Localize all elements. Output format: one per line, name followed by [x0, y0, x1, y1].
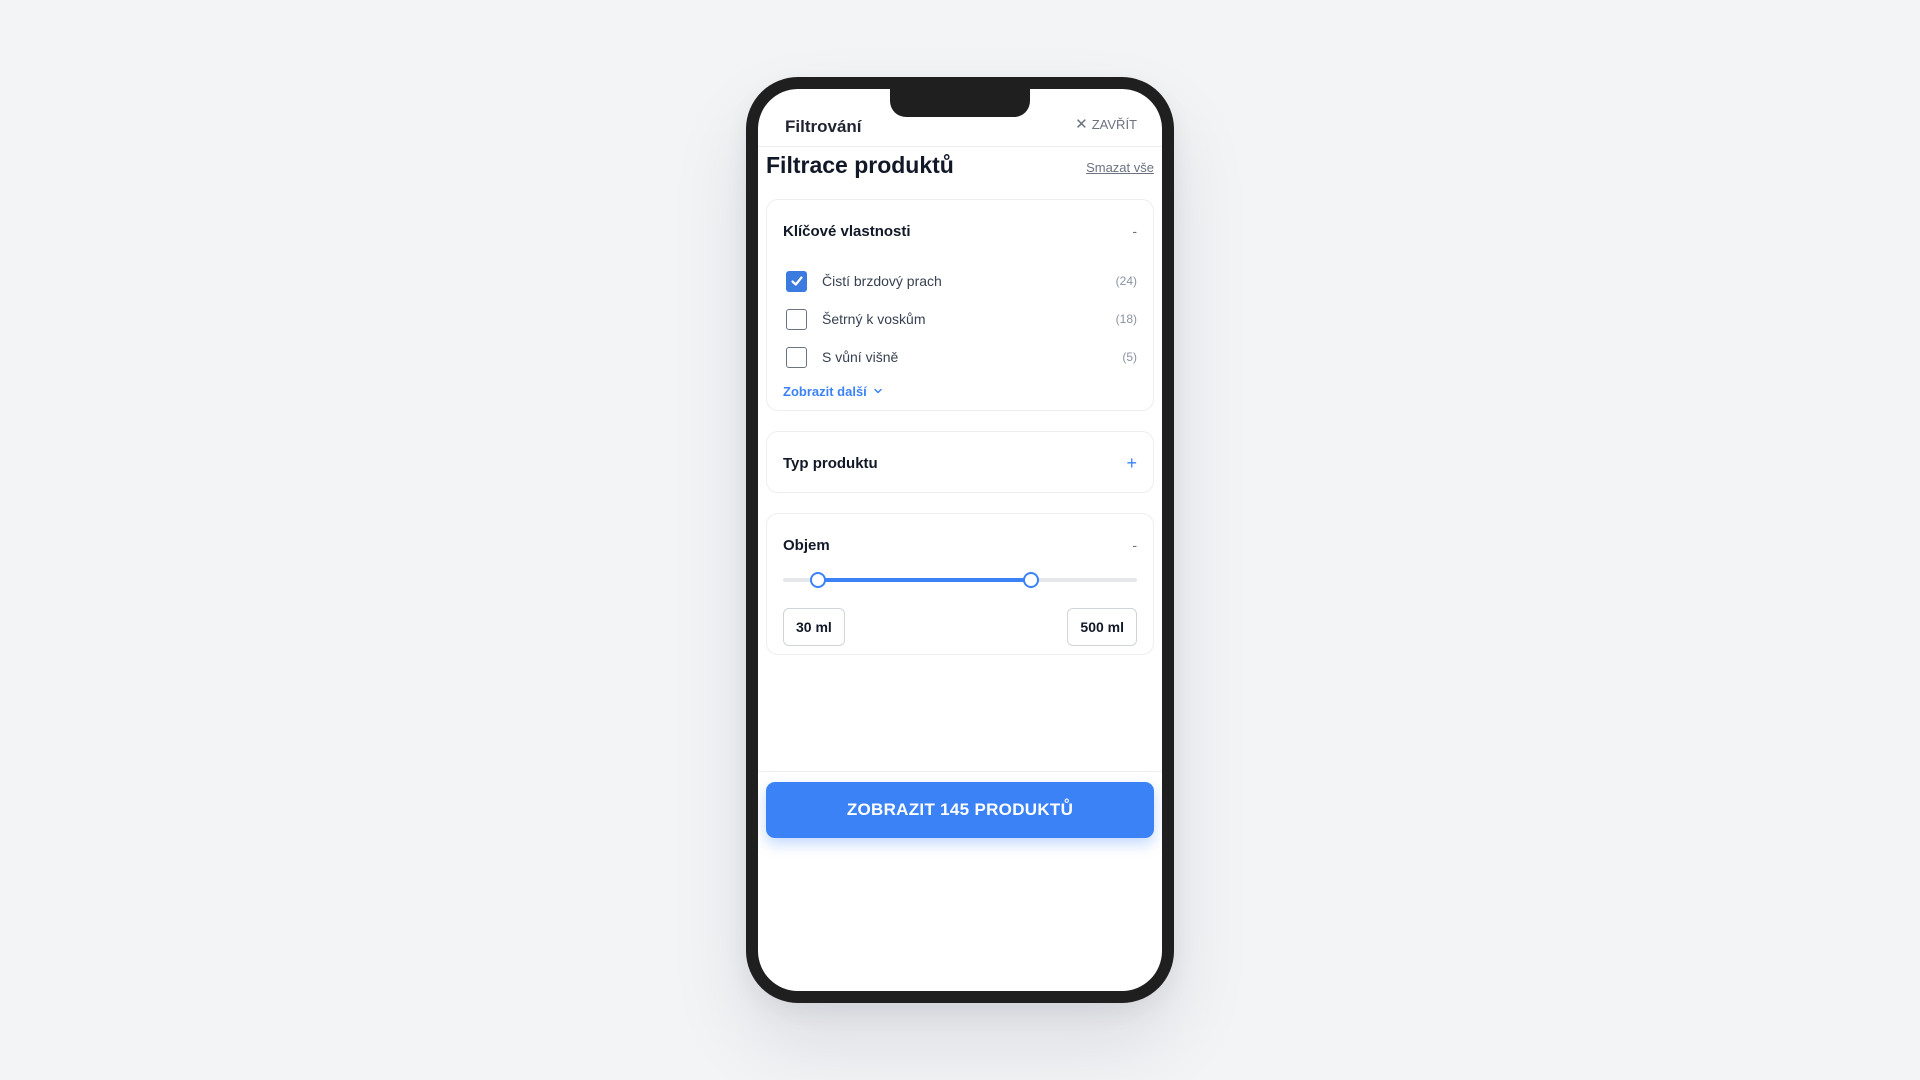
close-button[interactable]: ✕ ZAVŘÍT — [1075, 117, 1137, 132]
section-title: Typ produktu — [783, 454, 878, 472]
volume-range-slider[interactable] — [783, 572, 1137, 588]
chevron-down-icon — [874, 388, 882, 394]
clear-all-link[interactable]: Smazat vše — [1086, 160, 1154, 175]
expand-toggle[interactable]: + — [1121, 453, 1137, 474]
product-type-header[interactable]: Typ produktu + — [783, 432, 1137, 494]
collapse-toggle[interactable]: - — [1121, 537, 1137, 553]
option-count: (18) — [1115, 312, 1137, 326]
filter-option[interactable]: S vůní višně (5) — [783, 338, 1137, 376]
phone-screen: Filtrování ✕ ZAVŘÍT Filtrace produktů Sm… — [758, 89, 1162, 991]
volume-section: Objem - 30 ml 500 ml — [766, 513, 1154, 655]
volume-header[interactable]: Objem - — [783, 514, 1137, 576]
slider-thumb-max[interactable] — [1022, 572, 1039, 588]
option-label: Čistí brzdový prach — [822, 273, 942, 289]
show-more-link[interactable]: Zobrazit další — [783, 376, 1137, 406]
max-value-field[interactable]: 500 ml — [1067, 608, 1137, 646]
option-count: (5) — [1122, 350, 1137, 364]
min-value-field[interactable]: 30 ml — [783, 608, 845, 646]
option-label: Šetrný k voskům — [822, 311, 926, 327]
section-title: Klíčové vlastnosti — [783, 222, 911, 240]
footer-divider — [758, 771, 1162, 772]
slider-thumb-min[interactable] — [810, 572, 827, 588]
title-row: Filtrace produktů Smazat vše — [766, 147, 1154, 199]
checkbox[interactable] — [786, 270, 807, 292]
checkbox[interactable] — [786, 346, 807, 368]
show-more-label: Zobrazit další — [783, 383, 867, 399]
filter-option[interactable]: Čistí brzdový prach (24) — [783, 262, 1137, 300]
collapse-toggle[interactable]: - — [1121, 223, 1137, 239]
checkmark-icon — [790, 276, 803, 286]
key-properties-header[interactable]: Klíčové vlastnosti - — [783, 200, 1137, 262]
checkbox[interactable] — [786, 308, 807, 330]
close-icon: ✕ — [1075, 116, 1088, 133]
section-title: Objem — [783, 536, 830, 554]
range-values: 30 ml 500 ml — [783, 608, 1137, 646]
page-title: Filtrace produktů — [766, 152, 954, 178]
filter-content: Filtrace produktů Smazat vše Klíčové vla… — [766, 147, 1154, 675]
filter-option[interactable]: Šetrný k voskům (18) — [783, 300, 1137, 338]
key-properties-section: Klíčové vlastnosti - Čistí brzdový prach… — [766, 199, 1154, 411]
phone-frame: Filtrování ✕ ZAVŘÍT Filtrace produktů Sm… — [746, 77, 1174, 1003]
product-type-section: Typ produktu + — [766, 431, 1154, 493]
option-count: (24) — [1115, 274, 1137, 288]
slider-fill — [818, 578, 1031, 582]
options-list: Čistí brzdový prach (24) Šetrný k voskům… — [783, 262, 1137, 376]
option-label: S vůní višně — [822, 349, 899, 365]
header-title: Filtrování — [785, 117, 862, 136]
close-label: ZAVŘÍT — [1091, 117, 1137, 132]
phone-notch — [890, 89, 1030, 117]
show-products-button[interactable]: ZOBRAZIT 145 PRODUKTŮ — [766, 782, 1154, 838]
